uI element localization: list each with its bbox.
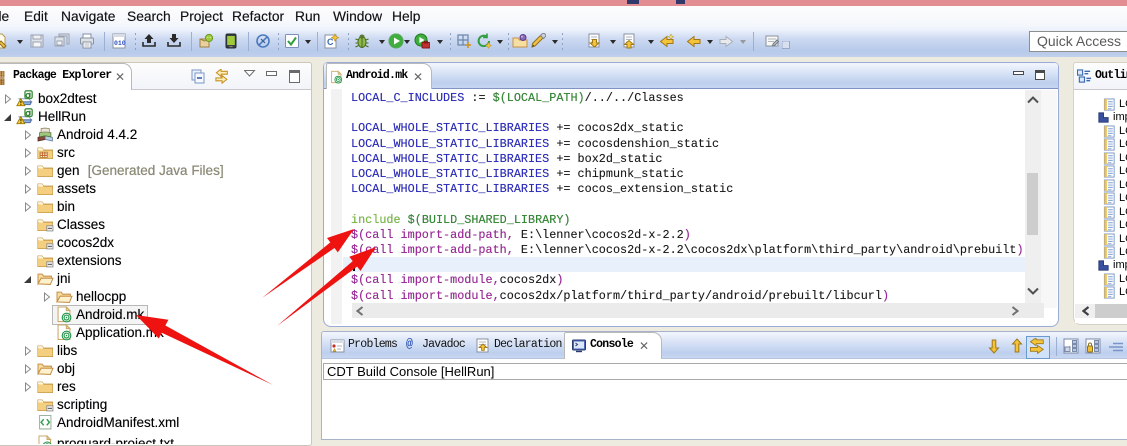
svg-text:010: 010 [114,40,126,47]
